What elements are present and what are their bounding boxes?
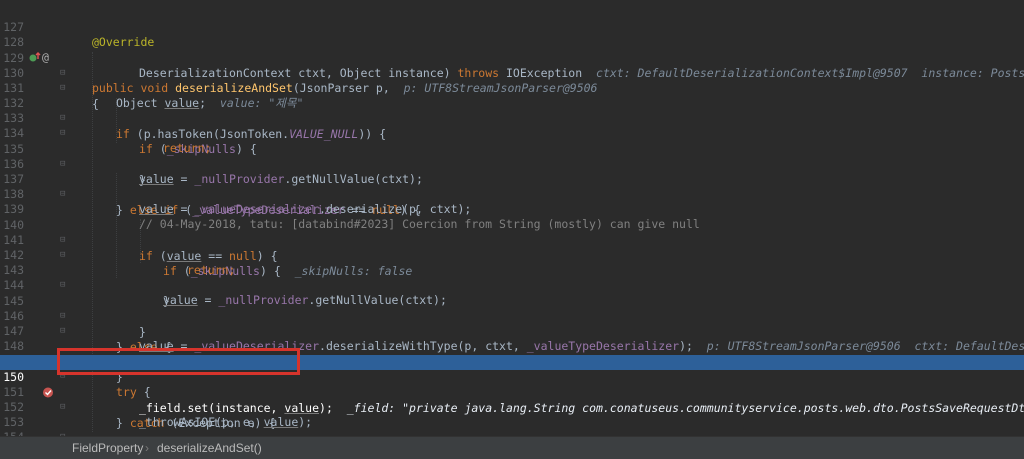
code-line[interactable]: 134 return; xyxy=(0,111,1024,155)
breadcrumb-class[interactable]: FieldProperty xyxy=(72,441,143,455)
code-line[interactable]: 153 ⊟ } xyxy=(0,400,1024,436)
code-line[interactable]: 127 @Override xyxy=(0,5,1024,49)
code-line[interactable]: 147 value = _valueDeserializer.deseriali… xyxy=(0,309,1024,353)
code-line[interactable]: 133 ⊟ if (_skipNulls) { xyxy=(0,96,1024,155)
breadcrumb: FieldProperty › deserializeAndSet() xyxy=(0,436,1024,459)
code-line[interactable]: 145 ⊟ } xyxy=(0,279,1024,338)
code-line[interactable]: 132 ⊟ if (p.hasToken(JsonToken.VALUE_NUL… xyxy=(0,81,1024,140)
breadcrumb-separator-icon: › xyxy=(145,441,149,455)
code-editor[interactable]: 127 @Override 128 @ ⊟ public void deseri… xyxy=(0,0,1024,436)
code-line[interactable]: 129 DeserializationContext ctxt, Object … xyxy=(0,36,1024,80)
highlight-box xyxy=(57,348,300,375)
code-line[interactable]: 135 ⊟ } xyxy=(0,127,1024,186)
code-line[interactable]: 142 return; xyxy=(0,233,1024,277)
code-line[interactable]: 152 _throwAsIOE(p, e, value); xyxy=(0,385,1024,429)
code-line[interactable]: 139 // 04-May-2018, tatu: [databind#2023… xyxy=(0,187,1024,231)
code-line[interactable]: 148 ⊟ } xyxy=(0,324,1024,383)
code-line[interactable]: 138 value = _valueDeserializer.deseriali… xyxy=(0,172,1024,216)
code-line[interactable]: 140 ⊟ if (value == null) { xyxy=(0,203,1024,262)
code-line[interactable]: 137 ⊟ } else if (_valueTypeDeserializer … xyxy=(0,157,1024,216)
breadcrumb-method[interactable]: deserializeAndSet() xyxy=(157,441,262,455)
code-line[interactable]: 136 value = _nullProvider.getNullValue(c… xyxy=(0,142,1024,186)
code-line[interactable]: 128 @ ⊟ public void deserializeAndSet(Js… xyxy=(0,20,1024,95)
code-line[interactable]: 144 value = _nullProvider.getNullValue(c… xyxy=(0,263,1024,307)
code-line[interactable]: 146 ⊟ } else { xyxy=(0,294,1024,353)
code-line[interactable]: 143 ⊟ } xyxy=(0,248,1024,307)
code-line[interactable]: 131 Object value; value: "제목" xyxy=(0,66,1024,110)
code-line[interactable]: 154 ⊟ } xyxy=(0,415,1024,436)
code-line[interactable]: 130 ⊟ { xyxy=(0,51,1024,110)
code-line[interactable]: 141 ⊟ if (_skipNulls) { _skipNulls: fals… xyxy=(0,218,1024,277)
